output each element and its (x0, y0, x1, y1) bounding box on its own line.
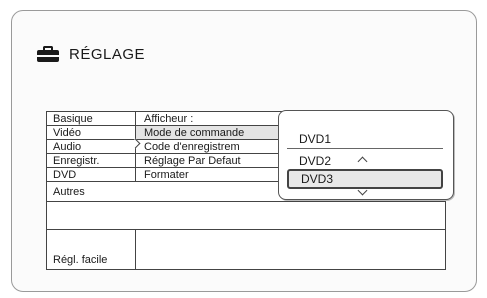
category-video[interactable]: Vidéo (47, 126, 135, 140)
setup-header: RÉGLAGE (37, 43, 145, 65)
toolbox-icon (37, 46, 59, 62)
category-basique[interactable]: Basique (47, 112, 135, 126)
popup-option-dvd3[interactable]: DVD3 (287, 169, 443, 189)
dvd-mode-popup: DVD1 DVD2 DVD3 (278, 110, 454, 200)
category-regl-facile[interactable]: Régl. facile (47, 250, 135, 270)
category-enregistr[interactable]: Enregistr. (47, 154, 135, 168)
page-title: RÉGLAGE (69, 45, 146, 63)
category-dvd[interactable]: DVD (47, 168, 135, 182)
bottom-divider (135, 230, 136, 270)
empty-row (47, 202, 445, 230)
category-audio[interactable]: Audio (47, 140, 135, 154)
popup-option-dvd1[interactable]: DVD1 (287, 129, 443, 149)
